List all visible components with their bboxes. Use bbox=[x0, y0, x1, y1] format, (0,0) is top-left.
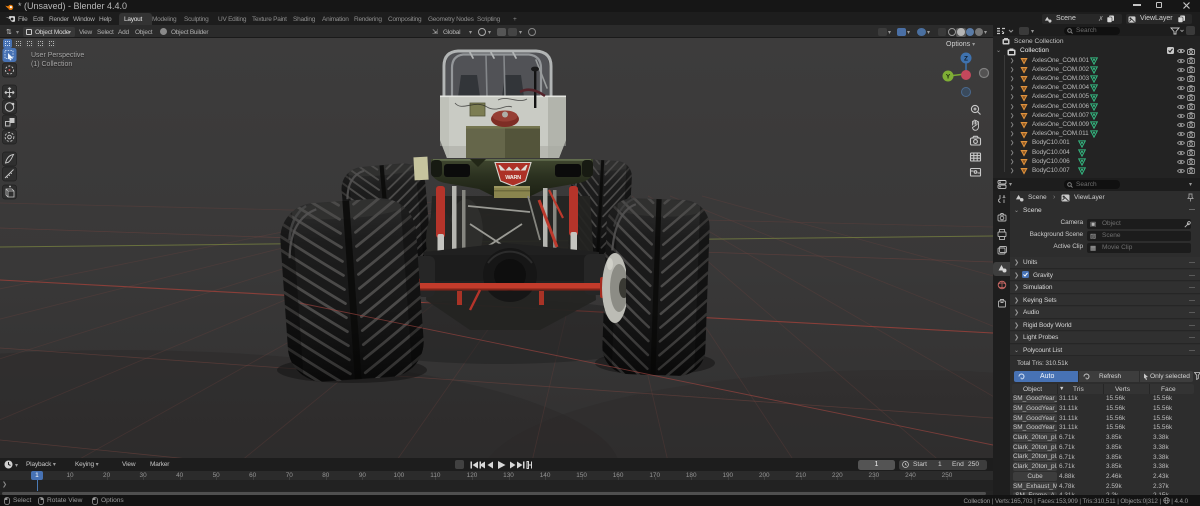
svg-text:Z: Z bbox=[964, 56, 968, 63]
svg-text:WARN: WARN bbox=[505, 175, 521, 181]
svg-text:Y: Y bbox=[946, 74, 951, 81]
